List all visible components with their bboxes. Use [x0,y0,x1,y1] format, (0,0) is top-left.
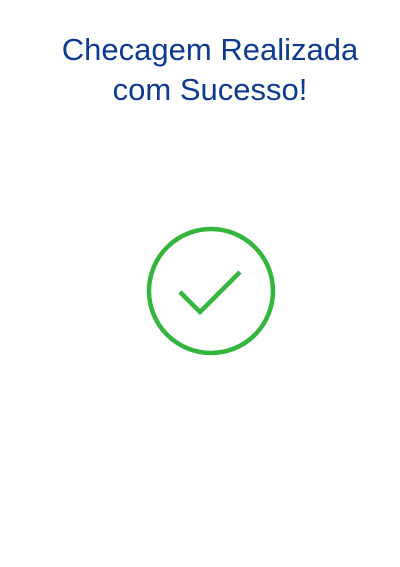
checkmark [178,270,242,316]
page-title: Checagem Realizada com Sucesso! [20,30,400,110]
check-circle-svg [146,226,276,356]
success-screen: Checagem Realizada com Sucesso! [0,0,400,567]
title-line-1: Checagem Realizada [61,32,359,67]
title-line-2: com Sucesso! [112,72,308,107]
success-circle [146,226,276,356]
check-circle-icon [145,225,277,357]
